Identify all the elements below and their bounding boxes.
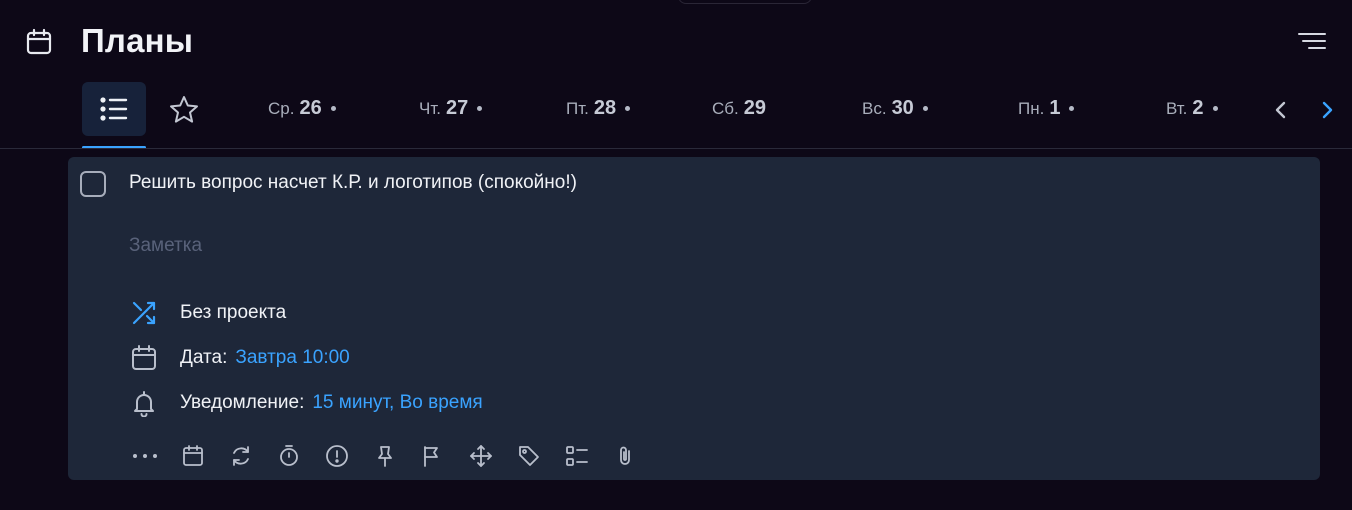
shuffle-icon <box>129 298 159 328</box>
day-name: Пн. <box>1018 99 1045 118</box>
day-number: 26 <box>299 97 322 119</box>
project-label: Без проекта <box>180 302 287 323</box>
task-card: Решить вопрос насчет К.Р. и логотипов (с… <box>68 157 1320 480</box>
date-tabbar: Ср. 26 Чт. 27 Пт. 28 Сб. 29 Вс. 30 Пн. 1… <box>0 80 1352 150</box>
date-label: Дата: <box>180 347 228 368</box>
day-name: Чт. <box>419 99 441 118</box>
day-number: 29 <box>743 97 766 119</box>
tab-day-2[interactable]: Вт. 2 <box>1166 97 1218 123</box>
events-dot <box>477 105 483 111</box>
day-name: Вт. <box>1166 99 1188 118</box>
more-icon[interactable] <box>129 440 161 472</box>
calendar-icon[interactable] <box>177 440 209 472</box>
day-number: 30 <box>891 97 914 119</box>
chevron-right-icon[interactable] <box>1316 98 1338 122</box>
pin-icon[interactable] <box>369 440 401 472</box>
day-name: Пт. <box>566 99 589 118</box>
day-number: 2 <box>1192 97 1204 119</box>
tabbar-divider <box>0 148 1352 149</box>
priority-icon[interactable] <box>321 440 353 472</box>
attachment-icon[interactable] <box>609 440 641 472</box>
tab-day-29[interactable]: Сб. 29 <box>712 97 766 123</box>
project-row[interactable]: Без проекта <box>129 298 286 328</box>
tab-day-30[interactable]: Вс. 30 <box>862 97 928 123</box>
task-toolbar <box>129 440 657 472</box>
task-title[interactable]: Решить вопрос насчет К.Р. и логотипов (с… <box>129 172 577 194</box>
date-value[interactable]: Завтра 10:00 <box>235 347 349 369</box>
events-dot <box>1069 105 1075 111</box>
day-name: Ср. <box>268 99 295 118</box>
events-dot <box>922 105 928 111</box>
events-dot <box>625 105 631 111</box>
checklist-icon[interactable] <box>561 440 593 472</box>
tab-day-28[interactable]: Пт. 28 <box>566 97 631 123</box>
note-field[interactable] <box>129 235 829 257</box>
day-name: Сб. <box>712 99 739 118</box>
tab-list-view[interactable] <box>82 82 146 136</box>
repeat-icon[interactable] <box>225 440 257 472</box>
flag-icon[interactable] <box>417 440 449 472</box>
tab-day-27[interactable]: Чт. 27 <box>419 97 483 123</box>
calendar-icon[interactable] <box>25 28 53 56</box>
filter-menu-icon[interactable] <box>1296 30 1328 54</box>
star-icon[interactable] <box>168 94 200 126</box>
list-icon <box>99 96 129 122</box>
chevron-left-icon[interactable] <box>1270 98 1292 122</box>
day-number: 1 <box>1049 97 1061 119</box>
timer-icon[interactable] <box>273 440 305 472</box>
tag-icon[interactable] <box>513 440 545 472</box>
notification-value[interactable]: 15 минут, Во время <box>312 392 482 414</box>
day-number: 28 <box>593 97 617 119</box>
header: Планы <box>0 0 1352 84</box>
calendar-icon <box>129 343 159 373</box>
day-name: Вс. <box>862 99 887 118</box>
date-row[interactable]: Дата: Завтра 10:00 <box>129 343 350 373</box>
events-dot <box>1212 105 1218 111</box>
bell-icon <box>129 388 159 418</box>
notification-label: Уведомление: <box>180 392 305 413</box>
tab-day-26[interactable]: Ср. 26 <box>268 97 336 123</box>
events-dot <box>330 105 336 111</box>
page-title: Планы <box>81 22 194 59</box>
day-number: 27 <box>445 97 469 119</box>
tab-day-1[interactable]: Пн. 1 <box>1018 97 1075 123</box>
notification-row[interactable]: Уведомление: 15 минут, Во время <box>129 388 483 418</box>
move-icon[interactable] <box>465 440 497 472</box>
task-checkbox[interactable] <box>80 171 106 197</box>
